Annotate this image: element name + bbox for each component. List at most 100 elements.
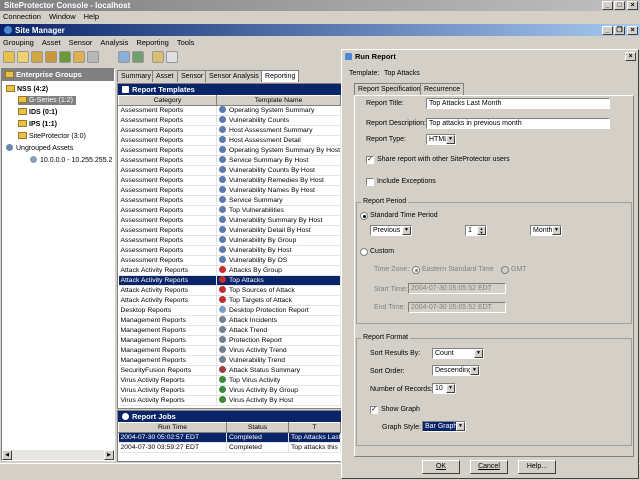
table-row[interactable]: Assessment Reports Vulnerability Counts B… [118,165,341,176]
period-count-spinner[interactable]: 1 ▲ ▼ [465,225,487,236]
maximize-icon[interactable]: □ [614,1,625,10]
menu-tools[interactable]: Tools [177,38,195,47]
ok-button[interactable]: OK [422,460,460,474]
standard-period-radio[interactable] [360,212,368,220]
table-row[interactable]: Assessment Reports Operating System Summa… [118,145,341,156]
period-direction-select[interactable]: Previous ▼ [370,225,412,236]
table-row[interactable]: Assessment Reports Host Assessment Summar… [118,125,341,136]
chevron-down-icon[interactable]: ▼ [470,366,479,375]
refresh-icon[interactable] [132,51,144,63]
column-category[interactable]: Category [118,95,217,106]
chevron-down-icon[interactable]: ▼ [474,349,483,358]
table-row[interactable]: Assessment Reports Vulnerability Counts [118,115,341,126]
sm-close-icon[interactable]: × [627,25,638,35]
gmt-tz-radio[interactable] [501,266,509,274]
table-row[interactable]: Attack Activity Reports Top Sources of At… [118,285,341,296]
properties-icon[interactable] [87,51,99,63]
tree-item-nss[interactable]: NSS (4:2) [6,85,48,94]
end-time-input[interactable]: 2004-07-30 05:05:52 EDT [408,302,506,313]
menu-sensor[interactable]: Sensor [69,38,93,47]
tree-item-ungrouped[interactable]: Ungrouped Assets [6,144,73,153]
scroll-left-icon[interactable]: ◀ [2,450,12,460]
table-row[interactable]: Assessment Reports Vulnerability By Host [118,245,341,256]
menu-connection[interactable]: Connection [3,12,41,21]
tab-reporting[interactable]: Reporting [261,70,300,82]
tree-item-ip-range[interactable]: 10.0.0.0 - 10.255.255.2 [30,156,112,165]
table-row[interactable]: Virus Activity Reports Virus Activity By … [118,385,341,396]
table-row[interactable]: Virus Activity Reports Virus Activity By … [118,395,341,406]
table-row[interactable]: Desktop Reports Desktop Protection Report [118,305,341,316]
sort-order-select[interactable]: Descending ▼ [432,365,480,376]
tab-sensor[interactable]: Sensor [177,70,208,82]
report-type-select[interactable]: HTML ▼ [426,134,456,145]
column-status[interactable]: Status [226,422,289,433]
table-row[interactable]: Management Reports Attack Incidents [118,315,341,326]
dialog-close-icon[interactable]: × [625,51,636,61]
sm-minimize-icon[interactable]: _ [602,25,613,35]
num-records-select[interactable]: 10 ▼ [432,383,456,394]
tree-item-g-series[interactable]: G-Series (1:2) [18,96,76,105]
folder-icon[interactable] [3,51,15,63]
scroll-right-icon[interactable]: ▶ [104,450,114,460]
cancel-button[interactable]: Cancel [470,460,508,474]
tree-item-siteprotector[interactable]: SiteProtector (3:0) [18,132,86,141]
chevron-down-icon[interactable]: ▼ [402,226,411,235]
menu-analysis[interactable]: Analysis [100,38,128,47]
table-row[interactable]: Management Reports Protection Report [118,335,341,346]
show-graph-checkbox[interactable]: ✓ [370,406,378,414]
new-group-icon[interactable] [17,51,29,63]
table-row[interactable]: Management Reports Virus Activity Trend [118,345,341,356]
table-row[interactable]: Assessment Reports Vulnerability Summary … [118,215,341,226]
chevron-down-icon[interactable]: ▼ [446,135,455,144]
spinner-icon[interactable]: ▲ ▼ [477,226,486,235]
tab-sensor-analysis[interactable]: Sensor Analysis [205,70,263,82]
table-row[interactable]: Attack Activity Reports Attacks By Group [118,265,341,276]
column-run-time[interactable]: Run Time [118,422,227,433]
chevron-down-icon[interactable]: ▼ [552,226,561,235]
tab-report-specification[interactable]: Report Specification [354,83,425,95]
help-button[interactable]: Help... [518,460,556,474]
table-row[interactable]: Assessment Reports Vulnerability By OS [118,255,341,266]
graph-style-select[interactable]: Bar Graph ▼ [422,421,466,432]
open-icon[interactable] [31,51,43,63]
table-row[interactable]: SecurityFusion Reports Attack Status Summ… [118,365,341,376]
table-row[interactable]: Virus Activity Reports Top Virus Activity [118,375,341,386]
move-icon[interactable] [45,51,57,63]
table-row[interactable]: Attack Activity Reports Top Targets of At… [118,295,341,306]
eastern-tz-radio[interactable] [412,266,420,274]
table-row[interactable]: 2004-07-30 05:02:57 EDT Completed Top At… [118,432,341,443]
table-row[interactable]: Assessment Reports Top Vulnerabilities [118,205,341,216]
table-row[interactable]: 2004-07-30 03:59:27 EDT Completed Top at… [118,442,341,453]
custom-period-radio[interactable] [360,248,368,256]
menu-reporting[interactable]: Reporting [136,38,169,47]
chevron-down-icon[interactable]: ▼ [446,384,455,393]
menu-asset[interactable]: Asset [42,38,61,47]
save-icon[interactable] [118,51,130,63]
close-icon[interactable]: × [627,1,638,10]
start-time-input[interactable]: 2004-07-30 05:05:52 EDT [408,283,506,294]
table-row[interactable]: Attack Activity Reports Top Attacks [118,275,341,286]
asset-icon[interactable] [73,51,85,63]
sm-restore-icon[interactable]: ❐ [614,25,625,35]
table-row[interactable]: Assessment Reports Service Summary By Hos… [118,155,341,166]
table-row[interactable]: Assessment Reports Vulnerability Names By… [118,185,341,196]
share-report-checkbox[interactable]: ✓ [366,156,374,164]
report-description-input[interactable]: Top attacks in previous month [426,118,610,129]
minimize-icon[interactable]: _ [602,1,613,10]
include-exceptions-checkbox[interactable] [366,178,374,186]
period-unit-select[interactable]: Month ▼ [530,225,562,236]
table-row[interactable]: Management Reports Vulnerability Trend [118,355,341,366]
sort-by-select[interactable]: Count ▼ [432,348,484,359]
report-title-input[interactable]: Top Attacks Last Month [426,98,610,109]
table-row[interactable]: Assessment Reports Vulnerability Detail B… [118,225,341,236]
tree-item-ips[interactable]: IPS (1:1) [18,120,57,129]
menu-grouping[interactable]: Grouping [3,38,34,47]
table-row[interactable]: Management Reports Attack Trend [118,325,341,336]
column-title[interactable]: T [288,422,341,433]
tree-item-ids[interactable]: IDS (0:1) [18,108,57,117]
table-row[interactable]: Assessment Reports Operating System Summa… [118,105,341,116]
tab-asset[interactable]: Asset [152,70,178,82]
table-row[interactable]: Assessment Reports Vulnerability Remedies… [118,175,341,186]
menu-help[interactable]: Help [84,12,99,21]
run-report-icon[interactable] [152,51,164,63]
